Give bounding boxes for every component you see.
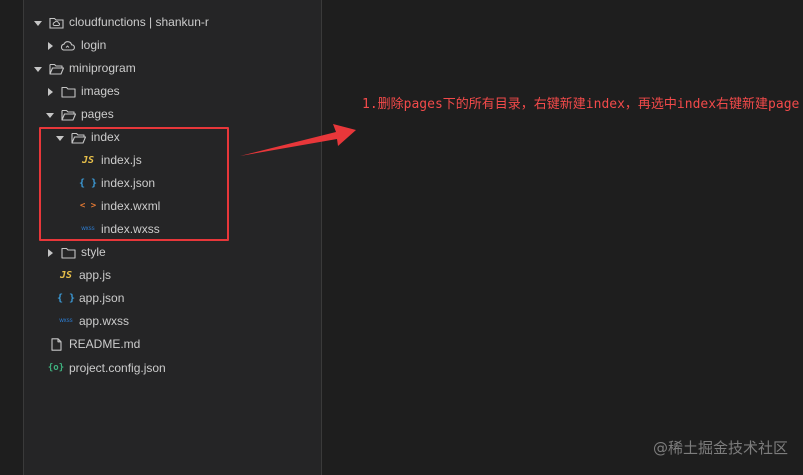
chevron-down-icon[interactable]	[34, 57, 42, 80]
file-explorer: cloudfunctions | shankun-r login minipro…	[24, 0, 322, 475]
watermark: @稀土掘金技术社区	[652, 439, 788, 457]
tree-item-label: pages	[81, 107, 114, 121]
tree-item-label: images	[81, 84, 120, 98]
tree-item-login[interactable]: login	[46, 34, 106, 57]
chevron-right-icon[interactable]	[46, 80, 54, 103]
tree-item-images[interactable]: images	[46, 80, 120, 103]
tree-item-project-config[interactable]: {o} project.config.json	[48, 357, 166, 380]
cloud-folder-icon	[48, 11, 64, 34]
tree-item-label: login	[81, 38, 107, 52]
wxss-file-icon: wxss	[59, 318, 73, 324]
editor-area	[322, 0, 803, 475]
tree-item-app-js[interactable]: JS app.js	[58, 264, 111, 287]
highlight-box	[39, 127, 229, 241]
folder-icon	[60, 241, 76, 264]
cloud-function-icon	[60, 34, 76, 57]
tree-item-app-wxss[interactable]: wxss app.wxss	[58, 310, 129, 333]
tree-item-label: app.js	[79, 268, 112, 282]
tree-item-label: cloudfunctions | shankun-r	[69, 15, 209, 29]
tree-item-app-json[interactable]: { } app.json	[56, 287, 125, 310]
activity-bar	[0, 0, 24, 475]
tree-item-style[interactable]: style	[46, 241, 106, 264]
tree-item-cloudfunctions[interactable]: cloudfunctions | shankun-r	[34, 11, 209, 34]
json-file-icon: { }	[56, 293, 76, 304]
chevron-down-icon[interactable]	[34, 11, 42, 34]
chevron-right-icon[interactable]	[46, 241, 54, 264]
config-file-icon: {o}	[47, 363, 65, 373]
tree-item-label: app.json	[79, 291, 125, 305]
annotation-text: 1.删除pages下的所有目录，右键新建index，再选中index右键新建pa…	[362, 97, 800, 112]
tree-item-label: project.config.json	[69, 361, 166, 375]
tree-item-label: miniprogram	[69, 61, 136, 75]
file-icon	[48, 333, 64, 356]
tree-item-label: README.md	[69, 337, 141, 351]
tree-item-label: app.wxss	[79, 314, 130, 328]
tree-item-label: style	[81, 245, 106, 259]
tree-item-miniprogram[interactable]: miniprogram	[34, 57, 136, 80]
chevron-right-icon[interactable]	[46, 34, 54, 57]
chevron-down-icon[interactable]	[46, 103, 54, 126]
js-file-icon: JS	[59, 270, 73, 281]
tree-item-readme[interactable]: README.md	[48, 333, 140, 356]
tree-item-pages[interactable]: pages	[46, 103, 114, 126]
folder-icon	[60, 80, 76, 103]
folder-open-icon	[48, 57, 64, 80]
folder-open-icon	[60, 103, 76, 126]
